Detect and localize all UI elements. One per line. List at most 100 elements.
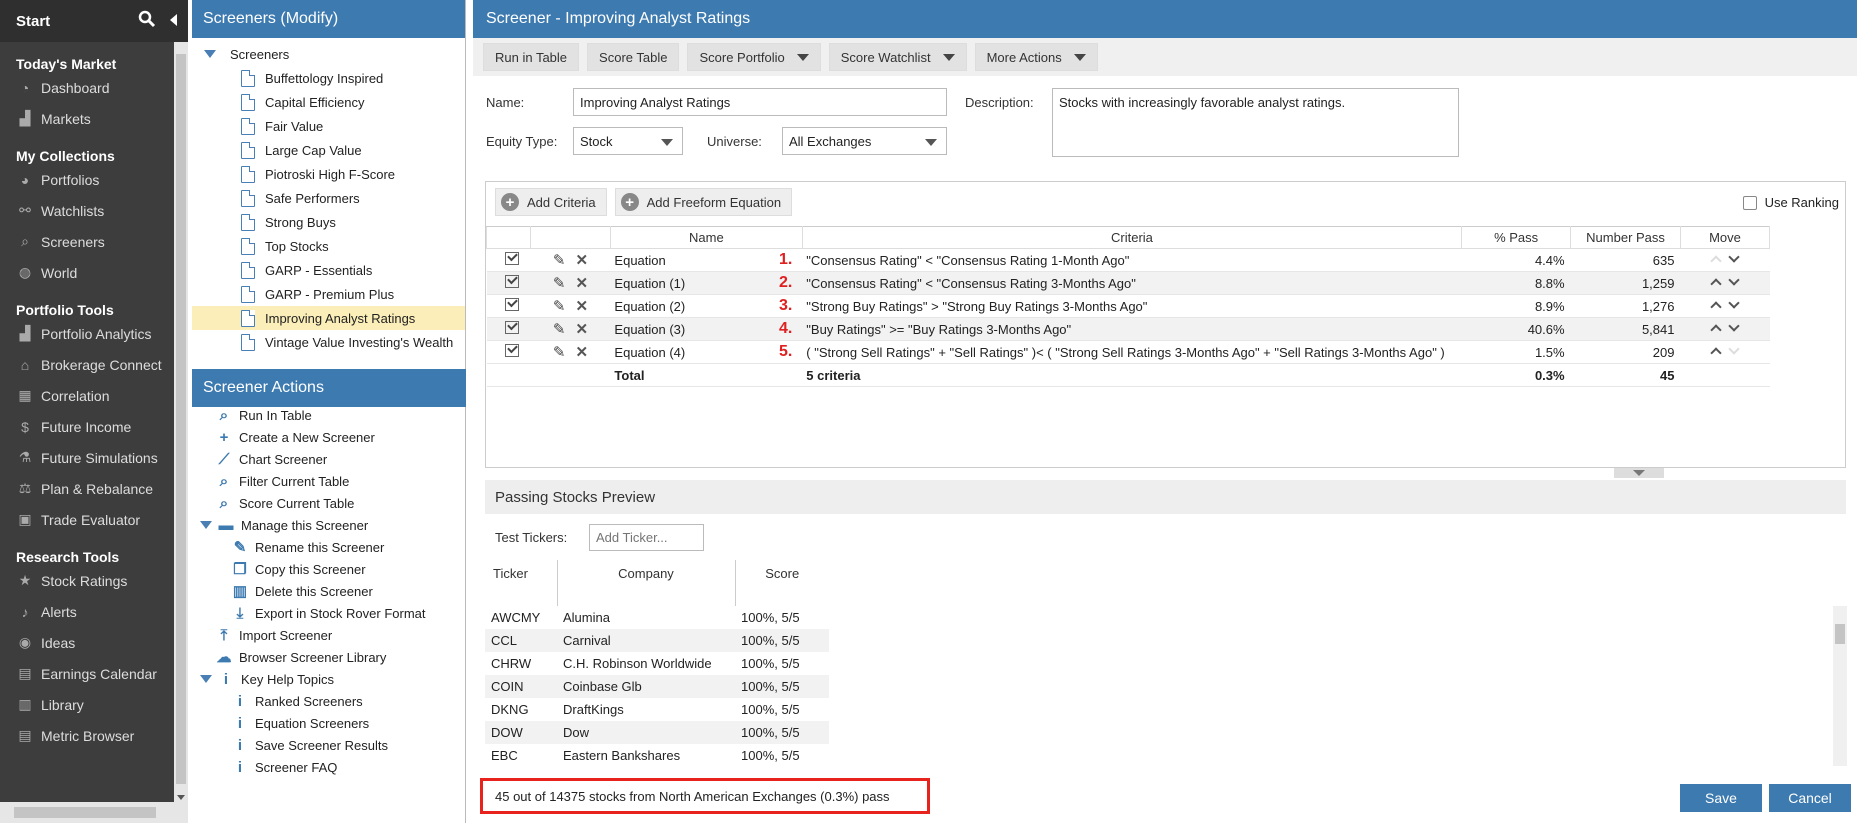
delete-icon[interactable]: ✕ [575, 320, 588, 338]
collapse-left-icon[interactable] [168, 13, 178, 31]
score-watchlist-button[interactable]: Score Watchlist [828, 43, 967, 71]
screener-item-garp-essentials[interactable]: GARP - Essentials [192, 258, 465, 282]
description-field[interactable]: Stocks with increasingly favorable analy… [1052, 88, 1459, 157]
cancel-button[interactable]: Cancel [1769, 784, 1851, 812]
action-score-current-table[interactable]: ⌕ Score Current Table [192, 492, 466, 514]
criteria-check-cell[interactable] [486, 340, 531, 364]
preview-row[interactable]: COIN Coinbase Glb 100%, 5/5 [485, 675, 829, 698]
edit-icon[interactable]: ✎ [553, 297, 566, 315]
move-down-icon[interactable] [1728, 319, 1740, 332]
move-up-icon[interactable] [1710, 300, 1722, 313]
nav-item-world[interactable]: ◍ World [0, 257, 188, 288]
nav-item-portfolios[interactable]: ◕ Portfolios [0, 164, 188, 195]
col-criteria[interactable]: Criteria [801, 226, 1463, 249]
action-browser-screener-library[interactable]: ☁ Browser Screener Library [192, 646, 466, 668]
nav-item-future-simulations[interactable]: ⚗ Future Simulations [0, 442, 188, 473]
action-screener-faq[interactable]: i Screener FAQ [192, 756, 466, 778]
enabled-checkbox-icon[interactable] [504, 344, 519, 357]
tree-root-screeners[interactable]: Screeners [192, 42, 465, 66]
screener-item-safe-performers[interactable]: Safe Performers [192, 186, 465, 210]
screener-item-strong-buys[interactable]: Strong Buys [192, 210, 465, 234]
move-up-icon[interactable] [1710, 277, 1722, 290]
action-manage-this-screener[interactable]: ▬ Manage this Screener [192, 514, 466, 536]
delete-icon[interactable]: ✕ [575, 297, 588, 315]
expand-caret-icon[interactable] [200, 521, 212, 529]
enabled-checkbox-icon[interactable] [504, 275, 519, 288]
edit-icon[interactable]: ✎ [553, 274, 566, 292]
edit-icon[interactable]: ✎ [553, 251, 566, 269]
nav-item-portfolio-analytics[interactable]: ▟ Portfolio Analytics [0, 318, 188, 349]
criteria-row[interactable]: ✎ ✕ Equation (2) 3. "Strong Buy Ratings" > "… [486, 294, 1770, 318]
run-in-table-button[interactable]: Run in Table [483, 43, 580, 71]
delete-icon[interactable]: ✕ [575, 343, 588, 361]
criteria-check-cell[interactable] [486, 317, 531, 341]
action-run-in-table[interactable]: ⌕ Run In Table [192, 404, 466, 426]
action-chart-screener[interactable]: ⟋ Chart Screener [192, 448, 466, 470]
screener-item-capital-efficiency[interactable]: Capital Efficiency [192, 90, 465, 114]
preview-row[interactable]: DKNG DraftKings 100%, 5/5 [485, 698, 829, 721]
delete-icon[interactable]: ✕ [575, 251, 588, 269]
enabled-checkbox-icon[interactable] [504, 252, 519, 265]
criteria-check-cell[interactable] [486, 271, 531, 295]
enabled-checkbox-icon[interactable] [504, 321, 519, 334]
add-freeform-button[interactable]: + Add Freeform Equation [614, 188, 793, 216]
criteria-check-cell[interactable] [486, 248, 531, 272]
criteria-check-cell[interactable] [486, 294, 531, 318]
add-criteria-button[interactable]: + Add Criteria [495, 188, 607, 216]
nav-hscroll-thumb[interactable] [14, 807, 156, 818]
score-portfolio-button[interactable]: Score Portfolio [687, 43, 821, 71]
preview-row[interactable]: AWCMY Alumina 100%, 5/5 [485, 606, 829, 629]
nav-item-screeners[interactable]: ⌕ Screeners [0, 226, 188, 257]
scroll-down-icon[interactable] [177, 795, 185, 800]
expand-caret-icon[interactable] [204, 50, 216, 58]
screener-item-fair-value[interactable]: Fair Value [192, 114, 465, 138]
nav-item-correlation[interactable]: ▦ Correlation [0, 380, 188, 411]
name-field[interactable]: Improving Analyst Ratings [573, 88, 947, 116]
col-ticker[interactable]: Ticker [485, 560, 558, 606]
add-ticker-input[interactable] [589, 524, 704, 551]
action-export-in-stock-rover-format[interactable]: ⤓ Export in Stock Rover Format [192, 602, 466, 624]
nav-scroll-thumb[interactable] [176, 54, 186, 784]
action-save-screener-results[interactable]: i Save Screener Results [192, 734, 466, 756]
nav-scrollbar[interactable] [174, 42, 188, 802]
screener-item-buffettology-inspired[interactable]: Buffettology Inspired [192, 66, 465, 90]
screener-item-large-cap-value[interactable]: Large Cap Value [192, 138, 465, 162]
action-filter-current-table[interactable]: ⌕ Filter Current Table [192, 470, 466, 492]
col-name[interactable]: Name [609, 226, 803, 249]
nav-item-metric-browser[interactable]: ▤ Metric Browser [0, 720, 188, 751]
move-down-icon[interactable] [1728, 250, 1740, 263]
nav-item-future-income[interactable]: $ Future Income [0, 411, 188, 442]
move-up-icon[interactable] [1710, 323, 1722, 336]
criteria-row[interactable]: ✎ ✕ Equation (4) 5.( "Strong Sell Ratings" … [486, 340, 1770, 364]
col-score[interactable]: Score [735, 560, 829, 606]
expand-caret-icon[interactable] [200, 675, 212, 683]
score-table-button[interactable]: Score Table [587, 43, 680, 71]
nav-item-library[interactable]: ▥ Library [0, 689, 188, 720]
action-equation-screeners[interactable]: i Equation Screeners [192, 712, 466, 734]
move-up-icon[interactable] [1710, 254, 1722, 267]
move-down-icon[interactable] [1728, 273, 1740, 286]
preview-scroll-thumb[interactable] [1835, 624, 1845, 644]
nav-item-plan-rebalance[interactable]: ⚖ Plan & Rebalance [0, 473, 188, 504]
criteria-row[interactable]: ✎ ✕ Equation (1) 2. "Consensus Rating" < "Co… [486, 271, 1770, 295]
equity-type-select[interactable]: Stock [573, 127, 683, 155]
screener-item-improving-analyst-ratings[interactable]: Improving Analyst Ratings [192, 306, 465, 330]
screener-item-vintage-value-investing-s-wealth[interactable]: Vintage Value Investing's Wealth [192, 330, 465, 354]
col-company[interactable]: Company [557, 560, 736, 606]
preview-row[interactable]: EBC Eastern Bankshares 100%, 5/5 [485, 744, 829, 767]
action-ranked-screeners[interactable]: i Ranked Screeners [192, 690, 466, 712]
panel-splitter[interactable] [1614, 468, 1664, 478]
action-delete-this-screener[interactable]: ▥ Delete this Screener [192, 580, 466, 602]
nav-item-stock-ratings[interactable]: ★ Stock Ratings [0, 565, 188, 596]
nav-item-watchlists[interactable]: ⚯ Watchlists [0, 195, 188, 226]
delete-icon[interactable]: ✕ [575, 274, 588, 292]
use-ranking[interactable]: Use Ranking [1742, 195, 1839, 210]
search-icon[interactable] [138, 10, 156, 32]
action-import-screener[interactable]: ⤒ Import Screener [192, 624, 466, 646]
nav-item-trade-evaluator[interactable]: ▣ Trade Evaluator [0, 504, 188, 535]
edit-icon[interactable]: ✎ [553, 343, 566, 361]
action-create-a-new-screener[interactable]: + Create a New Screener [192, 426, 466, 448]
screener-item-top-stocks[interactable]: Top Stocks [192, 234, 465, 258]
move-down-icon[interactable] [1728, 342, 1740, 355]
criteria-row[interactable]: ✎ ✕ Equation (3) 4. "Buy Ratings" >= "Buy Ra… [486, 317, 1770, 341]
